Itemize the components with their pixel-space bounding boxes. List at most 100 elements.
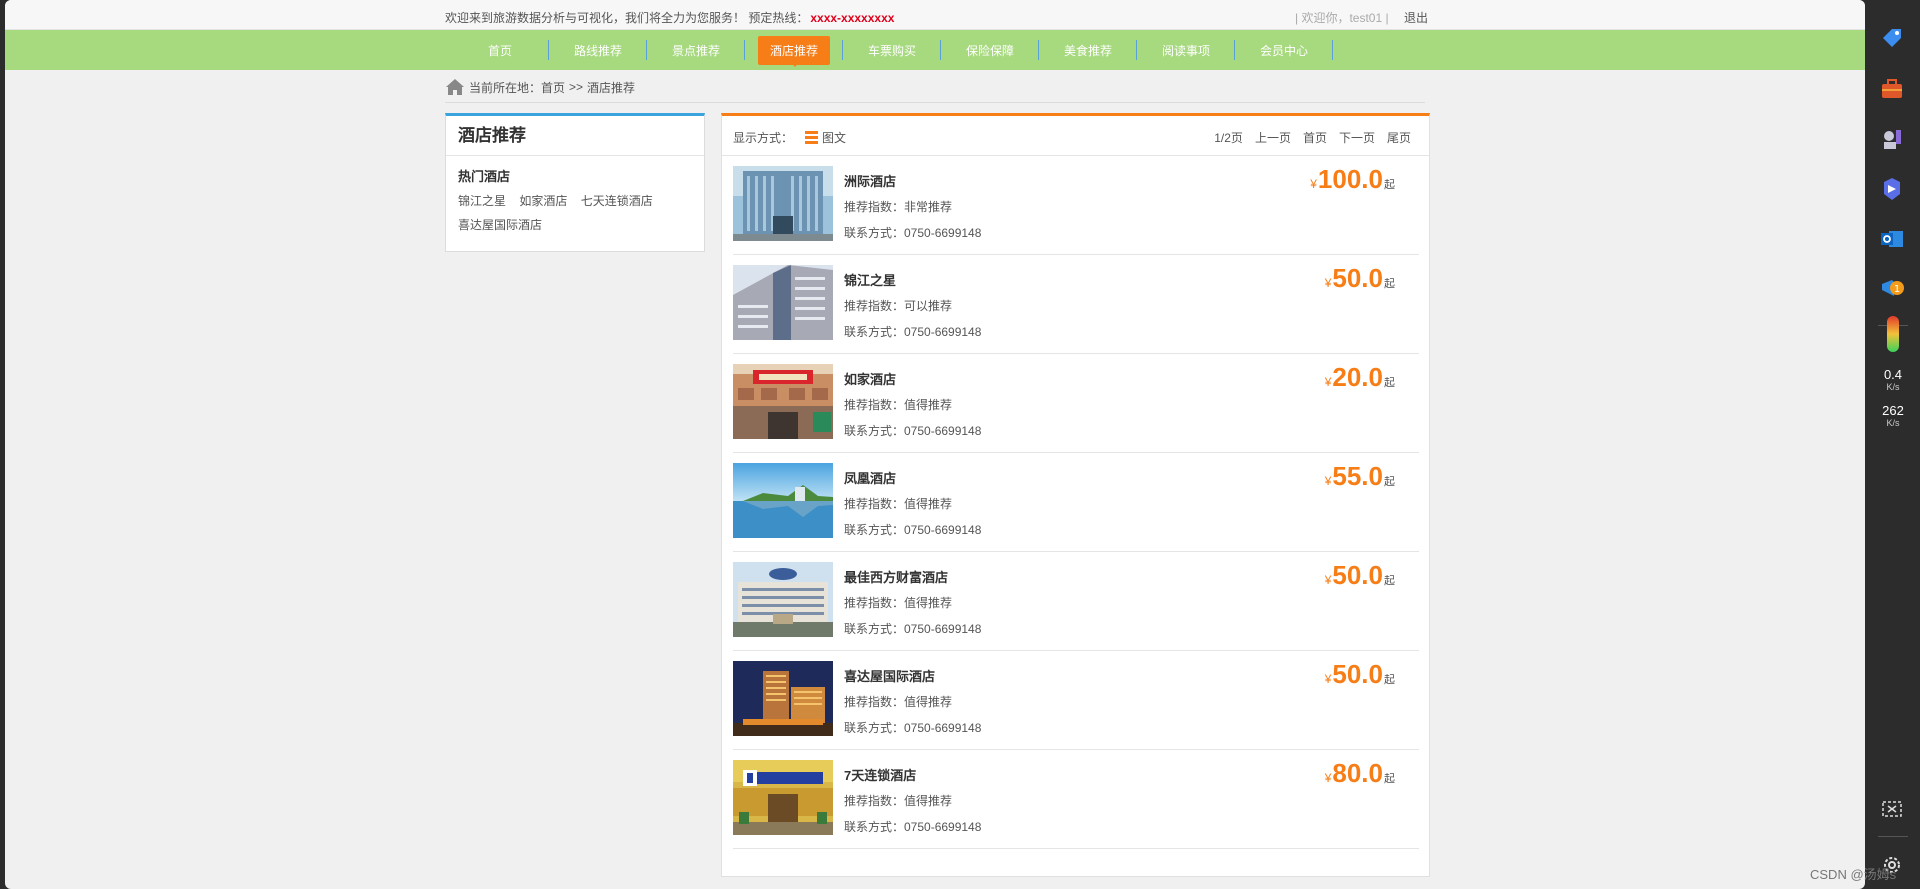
network-download: 262 K/s [1882, 403, 1904, 428]
home-icon [446, 79, 464, 95]
copilot-icon[interactable] [1879, 176, 1905, 202]
hotel-price: ¥80.0 起 [1324, 758, 1395, 788]
breadcrumb-prefix: 当前所在地： [469, 80, 542, 95]
sidebar: 酒店推荐 热门酒店 锦江之星 如家酒店 七天连锁酒店 喜达屋国际酒店 [445, 113, 705, 252]
outlook-icon[interactable] [1879, 226, 1905, 252]
hotel-recommendation: 推荐指数：可以推荐 [844, 299, 953, 313]
hotel-name[interactable]: 喜达屋国际酒店 [844, 666, 935, 685]
hot-hotel-link[interactable]: 锦江之星 [458, 194, 506, 208]
hotel-name[interactable]: 凤凰酒店 [844, 468, 896, 487]
toolbox-icon[interactable] [1879, 76, 1905, 102]
hotel-price: ¥20.0 起 [1324, 362, 1395, 392]
list-view-icon[interactable] [805, 131, 819, 144]
hotel-contact: 联系方式：0750-6699148 [844, 226, 982, 240]
hotel-photo[interactable] [733, 265, 833, 340]
rail-divider [1878, 836, 1908, 837]
hotel-recommendation: 推荐指数：值得推荐 [844, 398, 953, 412]
nav-item-attractions[interactable]: 景点推荐 [647, 30, 745, 70]
logout-link[interactable]: 退出 [1404, 11, 1428, 25]
hotel-contact: 联系方式：0750-6699148 [844, 424, 982, 438]
hotel-name[interactable]: 如家酒店 [844, 369, 896, 388]
hotel-item[interactable]: 洲际酒店 推荐指数：非常推荐 联系方式：0750-6699148 ¥100.0 起 [733, 156, 1419, 255]
hot-hotel-link[interactable]: 七天连锁酒店 [581, 194, 653, 208]
top-bar: 欢迎来到旅游数据分析与可视化，我们将全力为您服务！ 预定热线： xxxx-xxxx… [5, 0, 1865, 30]
csdn-watermark: CSDN @汤姆s [1810, 867, 1897, 882]
display-mode-value[interactable]: 图文 [822, 129, 846, 146]
breadcrumb-current: 酒店推荐 [587, 80, 636, 95]
hotel-contact: 联系方式：0750-6699148 [844, 622, 982, 636]
first-page-link[interactable]: 首页 [1303, 129, 1327, 146]
page-info: 1/2页 [1214, 131, 1243, 145]
network-upload: 0.4 K/s [1883, 367, 1903, 392]
hotel-name[interactable]: 7天连锁酒店 [844, 765, 916, 784]
breadcrumb-home-link[interactable]: 首页 [541, 79, 565, 96]
tag-icon[interactable] [1879, 26, 1905, 52]
nav-item-member[interactable]: 会员中心 [1235, 30, 1333, 70]
user-area: | 欢迎你，test01 | 退出 [1295, 9, 1428, 26]
hotel-photo[interactable] [733, 562, 833, 637]
next-page-link[interactable]: 下一页 [1339, 129, 1375, 146]
last-page-link[interactable]: 尾页 [1387, 129, 1411, 146]
breadcrumb-divider [445, 102, 1425, 103]
nav-item-home[interactable]: 首页 [451, 30, 549, 70]
hotel-recommendation: 推荐指数：值得推荐 [844, 497, 953, 511]
list-header: 显示方式： 图文 1/2页 上一页 首页 下一页 尾页 [722, 116, 1429, 156]
sidebar-title: 酒店推荐 [446, 116, 704, 156]
browser-page: 欢迎来到旅游数据分析与可视化，我们将全力为您服务！ 预定热线： xxxx-xxxx… [5, 0, 1865, 889]
hotel-name[interactable]: 洲际酒店 [844, 171, 896, 190]
hotel-price: ¥55.0 起 [1324, 461, 1395, 491]
shield-badge-icon[interactable]: 1 [1879, 276, 1905, 302]
user-greeting: | 欢迎你，test01 | [1295, 11, 1389, 25]
memory-gauge [1887, 316, 1899, 352]
display-mode-label: 显示方式： [733, 131, 794, 145]
pagination: 1/2页 上一页 首页 下一页 尾页 [1214, 129, 1411, 146]
hotel-price: ¥50.0 起 [1324, 263, 1395, 293]
hotel-photo[interactable] [733, 661, 833, 736]
chess-icon[interactable] [1879, 126, 1905, 152]
screenshot-icon[interactable] [1879, 796, 1905, 822]
hotel-item[interactable]: 7天连锁酒店 推荐指数：值得推荐 联系方式：0750-6699148 ¥80.0… [733, 750, 1419, 849]
hotel-name[interactable]: 最佳西方财富酒店 [844, 567, 948, 586]
hotel-recommendation: 推荐指数：值得推荐 [844, 695, 953, 709]
hotel-item[interactable]: 如家酒店 推荐指数：值得推荐 联系方式：0750-6699148 ¥20.0 起 [733, 354, 1419, 453]
nav-item-tickets[interactable]: 车票购买 [843, 30, 941, 70]
hotline-number: xxxx-xxxxxxxx [810, 11, 895, 25]
hotel-recommendation: 推荐指数：值得推荐 [844, 596, 953, 610]
hotel-price: ¥50.0 起 [1324, 659, 1395, 689]
hotel-photo[interactable] [733, 760, 833, 835]
sidebar-subtitle: 热门酒店 [458, 169, 511, 184]
hotel-price: ¥50.0 起 [1324, 560, 1395, 590]
nav-item-insurance[interactable]: 保险保障 [941, 30, 1039, 70]
hot-hotel-link[interactable]: 如家酒店 [519, 194, 567, 208]
hotel-item[interactable]: 凤凰酒店 推荐指数：值得推荐 联系方式：0750-6699148 ¥55.0 起 [733, 453, 1419, 552]
hotel-contact: 联系方式：0750-6699148 [844, 325, 982, 339]
hotel-list-panel: 显示方式： 图文 1/2页 上一页 首页 下一页 尾页 洲际酒店 推荐指数：非常… [721, 113, 1430, 877]
nav-item-routes[interactable]: 路线推荐 [549, 30, 647, 70]
hot-hotel-links: 锦江之星 如家酒店 七天连锁酒店 喜达屋国际酒店 [446, 189, 704, 237]
hotel-photo[interactable] [733, 364, 833, 439]
badge-count: 1 [1894, 284, 1900, 295]
hotel-item[interactable]: 锦江之星 推荐指数：可以推荐 联系方式：0750-6699148 ¥50.0 起 [733, 255, 1419, 354]
nav-item-notices[interactable]: 阅读事项 [1137, 30, 1235, 70]
hotel-photo[interactable] [733, 166, 833, 241]
hotel-recommendation: 推荐指数：非常推荐 [844, 200, 953, 214]
breadcrumb-separator: >> [569, 80, 584, 94]
hotel-item[interactable]: 喜达屋国际酒店 推荐指数：值得推荐 联系方式：0750-6699148 ¥50.… [733, 651, 1419, 750]
display-mode: 显示方式： 图文 [733, 129, 846, 146]
main-nav: 首页 路线推荐 景点推荐 酒店推荐 车票购买 保险保障 美食推荐 阅读事项 会员… [5, 30, 1865, 70]
hotel-contact: 联系方式：0750-6699148 [844, 820, 982, 834]
nav-item-food[interactable]: 美食推荐 [1039, 30, 1137, 70]
hotel-price: ¥100.0 起 [1310, 164, 1395, 194]
hotel-item[interactable]: 最佳西方财富酒店 推荐指数：值得推荐 联系方式：0750-6699148 ¥50… [733, 552, 1419, 651]
hotel-name[interactable]: 锦江之星 [844, 270, 896, 289]
welcome-text: 欢迎来到旅游数据分析与可视化，我们将全力为您服务！ 预定热线： xxxx-xxxx… [445, 11, 895, 25]
hotel-contact: 联系方式：0750-6699148 [844, 523, 982, 537]
hot-hotel-link[interactable]: 喜达屋国际酒店 [458, 218, 542, 232]
breadcrumb: 当前所在地： 首页 >> 酒店推荐 [445, 76, 635, 98]
hotel-contact: 联系方式：0750-6699148 [844, 721, 982, 735]
prev-page-link[interactable]: 上一页 [1255, 129, 1291, 146]
hotel-recommendation: 推荐指数：值得推荐 [844, 794, 953, 808]
browser-side-rail: 1 0.4 K/s 262 K/s [1866, 0, 1920, 889]
nav-item-hotels[interactable]: 酒店推荐 [745, 30, 843, 70]
hotel-photo[interactable] [733, 463, 833, 538]
